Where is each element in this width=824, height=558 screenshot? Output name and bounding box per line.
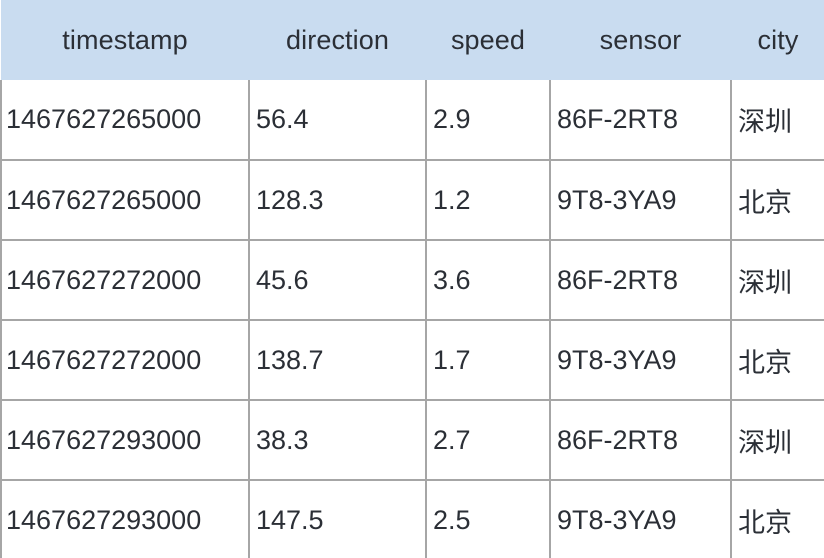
cell-direction: 138.7: [249, 320, 427, 401]
cell-direction: 56.4: [249, 80, 427, 161]
cell-speed: 2.7: [426, 400, 551, 481]
cell-speed: 2.9: [426, 80, 551, 161]
table-row: 1467627265000 56.4 2.9 86F-2RT8 深圳: [0, 80, 824, 161]
cell-city: 深圳: [731, 80, 824, 161]
column-header-sensor[interactable]: sensor: [550, 0, 731, 80]
cell-city: 北京: [731, 160, 824, 241]
cell-sensor: 9T8-3YA9: [550, 160, 732, 241]
column-header-timestamp[interactable]: timestamp: [1, 0, 249, 80]
cell-timestamp: 1467627272000: [0, 240, 250, 321]
cell-timestamp: 1467627293000: [0, 400, 250, 481]
table-row: 1467627293000 38.3 2.7 86F-2RT8 深圳: [0, 400, 824, 481]
cell-city: 深圳: [731, 240, 824, 321]
sensor-readings-table: timestamp direction speed sensor city 14…: [0, 0, 824, 558]
table-header-row: timestamp direction speed sensor city: [1, 0, 824, 80]
cell-direction: 38.3: [249, 400, 427, 481]
table-row: 1467627272000 45.6 3.6 86F-2RT8 深圳: [0, 240, 824, 321]
table-row: 1467627293000 147.5 2.5 9T8-3YA9 北京: [0, 480, 824, 558]
cell-city: 北京: [731, 480, 824, 558]
cell-speed: 2.5: [426, 480, 551, 558]
cell-sensor: 9T8-3YA9: [550, 320, 732, 401]
cell-sensor: 86F-2RT8: [550, 80, 732, 161]
cell-timestamp: 1467627272000: [0, 320, 250, 401]
cell-direction: 147.5: [249, 480, 427, 558]
cell-city: 北京: [731, 320, 824, 401]
table-row: 1467627265000 128.3 1.2 9T8-3YA9 北京: [0, 160, 824, 241]
cell-speed: 3.6: [426, 240, 551, 321]
column-header-city[interactable]: city: [731, 0, 824, 80]
table-body: 1467627265000 56.4 2.9 86F-2RT8 深圳 14676…: [0, 80, 824, 558]
table-viewport: timestamp direction speed sensor city 14…: [0, 0, 824, 558]
cell-direction: 128.3: [249, 160, 427, 241]
column-header-direction[interactable]: direction: [249, 0, 426, 80]
cell-timestamp: 1467627293000: [0, 480, 250, 558]
cell-timestamp: 1467627265000: [0, 160, 250, 241]
table-header: timestamp direction speed sensor city: [1, 0, 824, 80]
cell-direction: 45.6: [249, 240, 427, 321]
cell-sensor: 86F-2RT8: [550, 240, 732, 321]
cell-sensor: 9T8-3YA9: [550, 480, 732, 558]
cell-speed: 1.2: [426, 160, 551, 241]
cell-timestamp: 1467627265000: [0, 80, 250, 161]
cell-sensor: 86F-2RT8: [550, 400, 732, 481]
cell-city: 深圳: [731, 400, 824, 481]
table-row: 1467627272000 138.7 1.7 9T8-3YA9 北京: [0, 320, 824, 401]
column-header-speed[interactable]: speed: [426, 0, 550, 80]
cell-speed: 1.7: [426, 320, 551, 401]
